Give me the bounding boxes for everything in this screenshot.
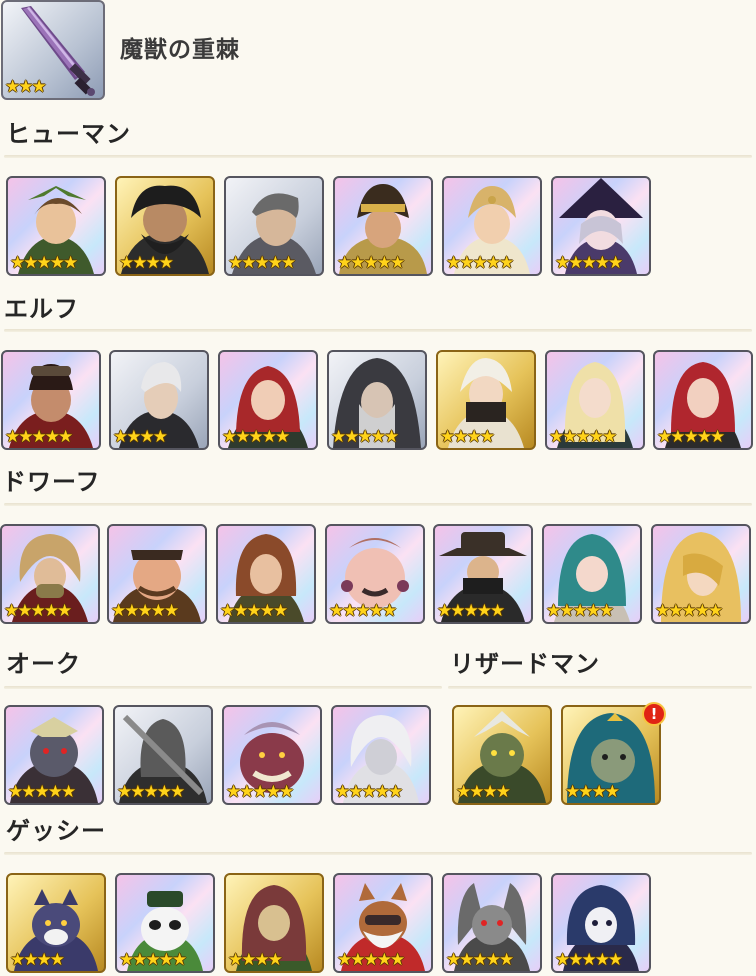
section-title-lizardman: リザードマン [450,650,600,678]
unit-rarity-stars: ★★★★ [119,253,174,273]
unit-tile[interactable]: ★★★★★ [542,524,642,624]
unit-rarity-stars: ★★★★★ [117,782,185,802]
unit-rarity-stars: ★★★★★ [555,950,623,970]
section-title-elf: エルフ [4,295,79,323]
unit-tile[interactable]: ★★★★★ [6,176,106,276]
unit-tile[interactable]: ★★★★ [452,705,552,805]
item-rarity-stars: ★★★ [5,77,47,97]
unit-rarity-stars: ★★★★★ [5,427,73,447]
unit-tile[interactable]: ★★★★★ [216,524,316,624]
unit-tile[interactable]: ★★★★★ [327,350,427,450]
alert-icon: ! [642,702,666,726]
section-divider [448,686,752,689]
unit-tile[interactable]: ★★★★★ [4,705,104,805]
unit-rarity-stars: ★★★★ [113,427,168,447]
unit-tile[interactable]: ★★★★★ [551,176,651,276]
unit-tile[interactable]: ★★★★★ [107,524,207,624]
unit-tile[interactable]: ★★★★ [115,176,215,276]
section-divider [4,852,752,855]
unit-rarity-stars: ★★★★★ [119,950,187,970]
unit-rarity-stars: ★★★★★ [555,253,623,273]
unit-tile[interactable]: ★★★★★ [224,176,324,276]
unit-tile[interactable]: ★★★★ [109,350,209,450]
unit-tile[interactable]: ★★★★★ [331,705,431,805]
unit-rarity-stars: ★★★★★ [228,253,296,273]
unit-rarity-stars: ★★★★★ [437,601,505,621]
section-title-dwarf: ドワーフ [2,468,101,496]
unit-rarity-stars: ★★★★ [456,782,511,802]
unit-tile[interactable]: ★★★★★ [218,350,318,450]
unit-rarity-stars: ★★★★★ [446,950,514,970]
section-divider [4,329,752,332]
unit-rarity-stars: ★★★★ [565,782,620,802]
unit-tile[interactable]: ★★★★★ [442,176,542,276]
unit-rarity-stars: ★★★★★ [446,253,514,273]
unit-rarity-stars: ★★★★★ [329,601,397,621]
unit-rarity-stars: ★★★★★ [220,601,288,621]
unit-rarity-stars: ★★★★ [10,950,65,970]
unit-tile[interactable]: ★★★★★ [1,350,101,450]
unit-tile[interactable]: ★★★★★ [325,524,425,624]
item-header: ★★★ 魔獣の重棘 [0,0,756,104]
unit-rarity-stars: ★★★★★ [549,427,617,447]
unit-tile[interactable]: ★★★★★ [115,873,215,973]
unit-tile[interactable]: ★★★★★ [333,873,433,973]
unit-rarity-stars: ★★★★★ [335,782,403,802]
unit-tile[interactable]: ★★★★ [6,873,106,973]
unit-tile[interactable]: ★★★★ [224,873,324,973]
section-title-orc: オーク [6,650,81,678]
section-title-gessie: ゲッシー [6,817,106,845]
unit-tile[interactable]: ★★★★★ [545,350,645,450]
unit-rarity-stars: ★★★★★ [655,601,723,621]
unit-tile[interactable]: ★★★★★ [442,873,542,973]
unit-rarity-stars: ★★★★★ [222,427,290,447]
unit-tile[interactable]: ★★★★★ [653,350,753,450]
section-divider [4,686,442,689]
unit-rarity-stars: ★★★★★ [4,601,72,621]
unit-rarity-stars: ★★★★★ [10,253,78,273]
unit-rarity-stars: ★★★★★ [111,601,179,621]
unit-rarity-stars: ★★★★★ [337,950,405,970]
unit-tile[interactable]: ★★★★★ [651,524,751,624]
section-title-human: ヒューマン [6,120,131,148]
unit-rarity-stars: ★★★★★ [657,427,725,447]
unit-rarity-stars: ★★★★★ [226,782,294,802]
unit-rarity-stars: ★★★★★ [546,601,614,621]
unit-rarity-stars: ★★★★★ [337,253,405,273]
section-divider [4,155,752,158]
unit-rarity-stars: ★★★★ [228,950,283,970]
unit-rarity-stars: ★★★★★ [8,782,76,802]
unit-tile[interactable]: ★★★★★ [433,524,533,624]
section-divider [4,503,752,506]
unit-tile[interactable]: ★★★★★ [333,176,433,276]
item-icon-tile[interactable]: ★★★ [1,0,105,100]
unit-tile[interactable]: ★★★★★ [0,524,100,624]
unit-tile[interactable]: ★★★★ [436,350,536,450]
unit-tile[interactable]: ★★★★★ [551,873,651,973]
unit-rarity-stars: ★★★★★ [331,427,399,447]
unit-tile[interactable]: ★★★★★ [113,705,213,805]
item-name: 魔獣の重棘 [120,37,240,63]
unit-rarity-stars: ★★★★ [440,427,495,447]
unit-tile[interactable]: ★★★★★ [222,705,322,805]
